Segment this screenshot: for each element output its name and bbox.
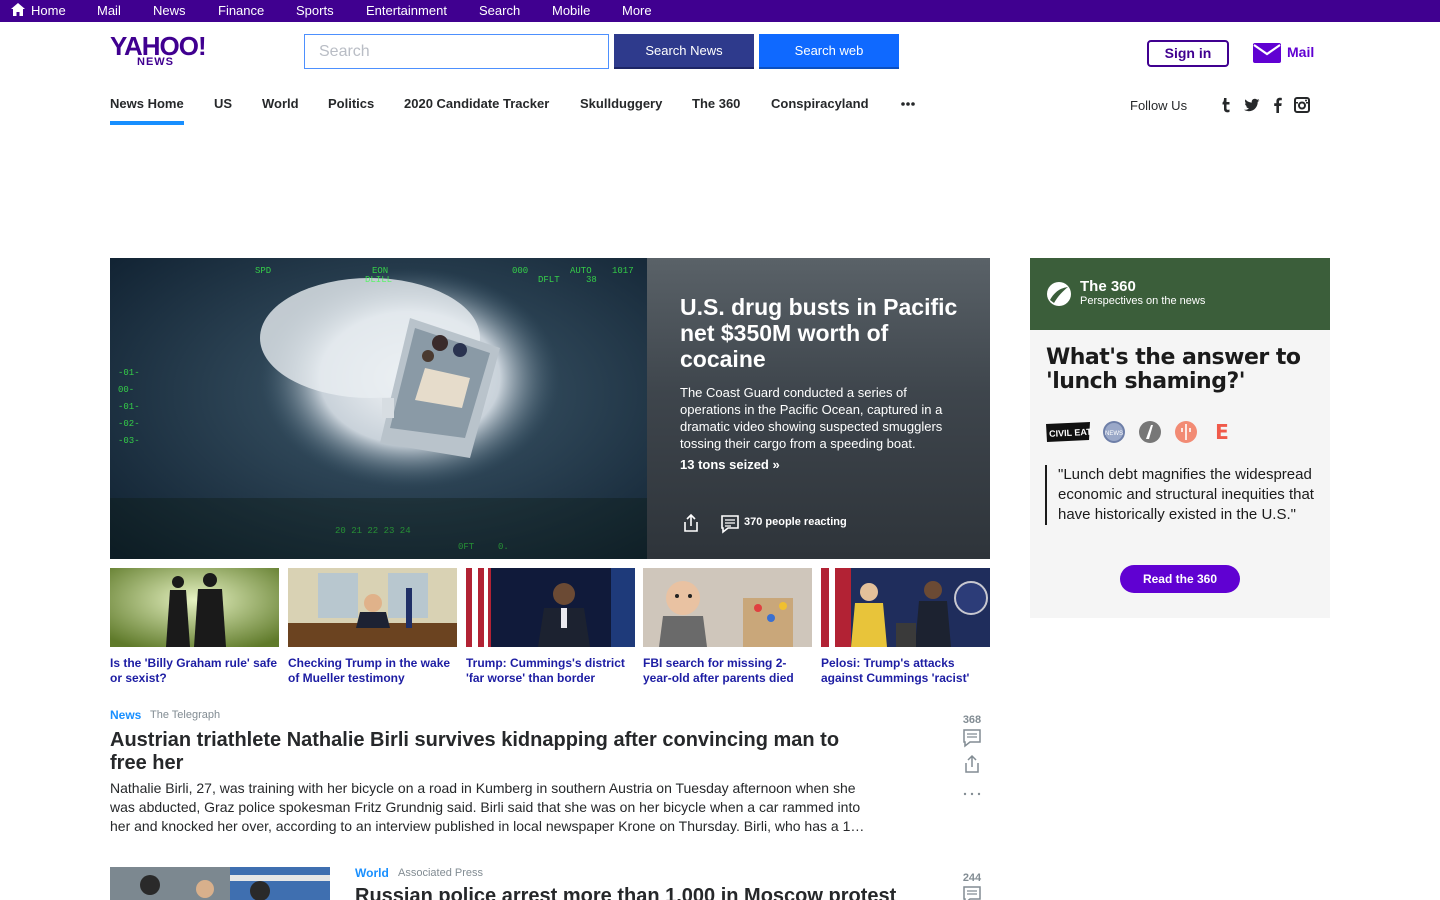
svg-text:38: 38 bbox=[586, 275, 597, 285]
hero-story[interactable]: SPD EON DLILL 000 AUTO 1017 DFLT 38 -01- 00- -0… bbox=[110, 258, 990, 559]
twitter-icon[interactable] bbox=[1244, 97, 1260, 113]
topbar-sports[interactable]: Sports bbox=[296, 3, 334, 19]
story-category[interactable]: News bbox=[110, 708, 141, 722]
abc-news-logo: NEWS bbox=[1103, 421, 1125, 443]
svg-text:-01-: -01- bbox=[118, 402, 140, 412]
read-the-360-button[interactable]: Read the 360 bbox=[1120, 565, 1240, 593]
svg-text:000: 000 bbox=[512, 266, 528, 276]
topbar-mobile[interactable]: Mobile bbox=[552, 3, 590, 19]
share-icon[interactable] bbox=[681, 513, 701, 533]
nav-active-indicator bbox=[110, 121, 184, 125]
svg-text:CIVIL EATS: CIVIL EATS bbox=[1049, 426, 1091, 439]
story-summary: Nathalie Birli, 27, was training with he… bbox=[110, 780, 865, 834]
facebook-icon[interactable] bbox=[1270, 97, 1286, 113]
top-nav-bar: Home Mail News Finance Sports Entertainm… bbox=[0, 0, 1440, 22]
thumbnail-image bbox=[821, 568, 990, 647]
comment-count: 368 bbox=[962, 714, 982, 726]
nav-politics[interactable]: Politics bbox=[328, 96, 374, 112]
story-title[interactable]: Austrian triathlete Nathalie Birli survi… bbox=[110, 729, 870, 775]
thumbnail-caption[interactable]: Trump: Cummings's district 'far worse' t… bbox=[466, 656, 635, 686]
nav-world[interactable]: World bbox=[262, 96, 299, 112]
nav-skullduggery[interactable]: Skullduggery bbox=[580, 96, 662, 112]
yahoo-news-logo[interactable]: YAHOO! NEWS bbox=[110, 33, 210, 69]
logo-subtext: NEWS bbox=[137, 56, 174, 68]
more-options-icon[interactable] bbox=[962, 784, 982, 804]
search-web-button[interactable]: Search web bbox=[759, 34, 899, 69]
comment-count: 244 bbox=[962, 872, 982, 884]
hero-reactions-count[interactable]: 370 people reacting bbox=[744, 516, 847, 528]
hero-title[interactable]: U.S. drug busts in Pacific net $350M wor… bbox=[680, 294, 970, 372]
thumbnail-caption[interactable]: Is the 'Billy Graham rule' safe or sexis… bbox=[110, 656, 279, 686]
mail-icon bbox=[1253, 43, 1281, 63]
the-360-tagline: Perspectives on the news bbox=[1080, 295, 1206, 307]
topbar-search[interactable]: Search bbox=[479, 3, 520, 19]
the-360-quote: "Lunch debt magnifies the widespread eco… bbox=[1045, 465, 1330, 525]
hero-more-link[interactable]: 13 tons seized » bbox=[680, 457, 780, 472]
svg-text:1017: 1017 bbox=[612, 266, 634, 276]
topbar-entertainment[interactable]: Entertainment bbox=[366, 3, 447, 19]
the-360-question[interactable]: What's the answer to 'lunch shaming?' bbox=[1046, 346, 1321, 394]
svg-text:DLILL: DLILL bbox=[365, 275, 392, 285]
svg-text:00-: 00- bbox=[118, 385, 134, 395]
thumbnail-story[interactable]: Is the 'Billy Graham rule' safe or sexis… bbox=[110, 568, 279, 686]
topbar-news[interactable]: News bbox=[153, 3, 186, 19]
topbar-more[interactable]: More bbox=[622, 3, 652, 19]
tumblr-icon[interactable] bbox=[1218, 97, 1234, 113]
the-360-logo-icon bbox=[1047, 282, 1071, 306]
svg-text:-03-: -03- bbox=[118, 436, 140, 446]
nav-the-360[interactable]: The 360 bbox=[692, 96, 740, 112]
e-logo: E bbox=[1210, 420, 1234, 444]
follow-us-label: Follow Us bbox=[1130, 98, 1188, 113]
story-category[interactable]: World bbox=[355, 866, 389, 880]
svg-text:DFLT: DFLT bbox=[538, 275, 560, 285]
civil-eats-logo: CIVIL EATS bbox=[1046, 422, 1091, 442]
hero-description: The Coast Guard conducted a series of op… bbox=[680, 385, 943, 451]
instagram-icon[interactable] bbox=[1294, 97, 1310, 113]
the-360-header[interactable]: The 360 Perspectives on the news bbox=[1030, 258, 1330, 330]
sign-in-button[interactable]: Sign in bbox=[1147, 40, 1229, 67]
topbar-home[interactable]: Home bbox=[31, 3, 66, 19]
thumbnail-story[interactable]: Trump: Cummings's district 'far worse' t… bbox=[466, 568, 635, 686]
more-dots-icon[interactable] bbox=[900, 96, 916, 112]
comment-icon[interactable] bbox=[962, 728, 982, 748]
nav-conspiracyland[interactable]: Conspiracyland bbox=[771, 96, 869, 112]
nav-us[interactable]: US bbox=[214, 96, 232, 112]
thumbnail-caption[interactable]: FBI search for missing 2-year-old after … bbox=[643, 656, 812, 686]
thumbnail-story[interactable]: Checking Trump in the wake of Mueller te… bbox=[288, 568, 457, 686]
story-source: The Telegraph bbox=[150, 709, 221, 721]
atlantic-logo bbox=[1139, 421, 1161, 443]
svg-text:NEWS: NEWS bbox=[1105, 431, 1123, 437]
nav-news-home[interactable]: News Home bbox=[110, 96, 184, 112]
hero-image: SPD EONDLILL 000 AUTO 1017 DFLT 38 -01-00--0… bbox=[110, 258, 647, 559]
thumbnail-image bbox=[643, 568, 812, 647]
thumbnail-story[interactable]: Pelosi: Trump's attacks against Cummings… bbox=[821, 568, 990, 686]
search-input[interactable] bbox=[304, 34, 609, 69]
story-thumbnail[interactable] bbox=[110, 867, 330, 900]
comment-icon[interactable] bbox=[720, 514, 740, 534]
nav-candidate-tracker[interactable]: 2020 Candidate Tracker bbox=[404, 96, 549, 112]
the-360-module: The 360 Perspectives on the news What's … bbox=[1030, 258, 1330, 618]
story-source: Associated Press bbox=[398, 867, 483, 879]
topbar-finance[interactable]: Finance bbox=[218, 3, 264, 19]
search-news-button[interactable]: Search News bbox=[614, 34, 754, 69]
comment-icon[interactable] bbox=[962, 885, 982, 900]
thumbnail-story[interactable]: FBI search for missing 2-year-old after … bbox=[643, 568, 812, 686]
eater-logo bbox=[1175, 421, 1197, 443]
share-icon[interactable] bbox=[962, 754, 982, 774]
thumbnail-image bbox=[288, 568, 457, 647]
thumbnail-image bbox=[466, 568, 635, 647]
mail-label: Mail bbox=[1287, 44, 1315, 60]
svg-text:-02-: -02- bbox=[118, 419, 140, 429]
thumbnail-image bbox=[110, 568, 279, 647]
home-icon[interactable] bbox=[11, 3, 25, 16]
svg-text:SPD: SPD bbox=[255, 266, 271, 276]
svg-text:-01-: -01- bbox=[118, 368, 140, 378]
thumbnail-caption[interactable]: Checking Trump in the wake of Mueller te… bbox=[288, 656, 457, 686]
story-title[interactable]: Russian police arrest more than 1,000 in… bbox=[355, 885, 915, 900]
topbar-mail[interactable]: Mail bbox=[97, 3, 121, 19]
the-360-brand: The 360 bbox=[1080, 278, 1136, 295]
thumbnail-caption[interactable]: Pelosi: Trump's attacks against Cummings… bbox=[821, 656, 990, 686]
svg-text:E: E bbox=[1215, 420, 1229, 444]
